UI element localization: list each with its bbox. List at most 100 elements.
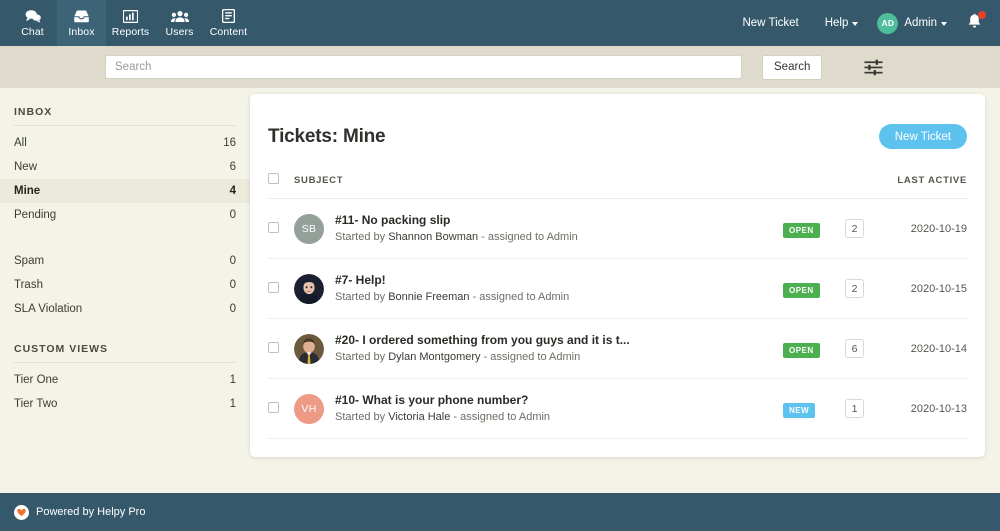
sidebar-item-tier-two-count: 1 xyxy=(229,398,236,410)
tickets-table-head: SUBJECT LAST ACTIVE xyxy=(268,159,967,199)
help-menu[interactable]: Help xyxy=(812,0,872,46)
started-by-prefix: Started by xyxy=(335,291,389,303)
row-checkbox[interactable] xyxy=(268,341,279,353)
main-panel: Tickets: Mine New Ticket SUBJECT LAST AC… xyxy=(250,88,1000,493)
reports-icon xyxy=(123,9,138,24)
row-subject-text: #20- I ordered something from you guys a… xyxy=(335,332,630,365)
nav-item-users[interactable]: Users xyxy=(155,0,204,46)
avatar: VH xyxy=(294,393,324,424)
sidebar-item-mine-count: 4 xyxy=(229,185,236,197)
row-subject-text: #11- No packing slip Started by Shannon … xyxy=(335,212,578,245)
nav-item-content-label: Content xyxy=(209,25,248,38)
nav-item-reports[interactable]: Reports xyxy=(106,0,155,46)
sidebar-item-tier-two[interactable]: Tier Two 1 xyxy=(0,392,250,416)
row-last-active-cell: 2020-10-14 xyxy=(885,318,967,379)
ticket-author: Bonnie Freeman xyxy=(388,291,470,303)
search-button[interactable]: Search xyxy=(762,54,823,80)
ticket-author: Shannon Bowman xyxy=(388,231,479,243)
sidebar-item-tier-two-label: Tier Two xyxy=(14,398,58,410)
sidebar-item-trash-count: 0 xyxy=(229,279,236,291)
row-status-cell: OPEN xyxy=(783,198,845,259)
account-menu[interactable]: AD Admin xyxy=(871,0,955,46)
row-select-cell xyxy=(268,318,294,379)
tickets-card: Tickets: Mine New Ticket SUBJECT LAST AC… xyxy=(250,94,985,457)
nav-item-content[interactable]: Content xyxy=(204,0,253,46)
nav-item-chat[interactable]: Chat xyxy=(8,0,57,46)
sidebar-item-mine[interactable]: Mine 4 xyxy=(0,179,250,203)
table-header-row: SUBJECT LAST ACTIVE xyxy=(268,159,967,199)
status-badge: OPEN xyxy=(783,282,820,298)
notification-badge-dot xyxy=(978,11,986,19)
table-row[interactable]: #7- Help! Started by Bonnie Freeman - as… xyxy=(268,258,967,319)
nav-item-inbox[interactable]: Inbox xyxy=(57,0,106,46)
ticket-author: Dylan Montgomery xyxy=(388,351,481,363)
ticket-title: #11- No packing slip xyxy=(335,213,451,227)
row-checkbox[interactable] xyxy=(268,401,279,413)
row-subject-cell: SB #11- No packing slip Started by Shann… xyxy=(294,198,783,259)
new-ticket-nav-link[interactable]: New Ticket xyxy=(729,0,811,46)
sidebar-item-spam-label: Spam xyxy=(14,255,45,267)
footer-text: Powered by Helpy Pro xyxy=(36,506,146,518)
sidebar-item-sla-violation-label: SLA Violation xyxy=(14,303,83,315)
ticket-assignee: - assigned to Admin xyxy=(450,411,551,423)
search-input[interactable] xyxy=(105,55,742,79)
table-row[interactable]: #20- I ordered something from you guys a… xyxy=(268,318,967,379)
row-count-cell: 2 xyxy=(845,198,885,259)
row-status-cell: NEW xyxy=(783,378,845,439)
avatar xyxy=(294,333,324,364)
ticket-meta: Started by Shannon Bowman - assigned to … xyxy=(335,229,578,245)
ticket-meta: Started by Victoria Hale - assigned to A… xyxy=(335,409,550,425)
sidebar-item-tier-one-count: 1 xyxy=(229,374,236,386)
column-header-count xyxy=(845,159,885,199)
column-header-status xyxy=(783,159,845,199)
tickets-table-body: SB #11- No packing slip Started by Shann… xyxy=(268,198,967,439)
sidebar-item-trash-label: Trash xyxy=(14,279,43,291)
table-row[interactable]: VH #10- What is your phone number? Start… xyxy=(268,378,967,439)
notifications-button[interactable] xyxy=(955,0,988,46)
row-status-cell: OPEN xyxy=(783,318,845,379)
sidebar-item-new[interactable]: New 6 xyxy=(0,155,250,179)
inbox-icon xyxy=(73,9,90,24)
search-toolbar: Search xyxy=(0,46,1000,88)
nav-item-reports-label: Reports xyxy=(111,25,150,38)
row-last-active-cell: 2020-10-13 xyxy=(885,378,967,439)
sidebar-item-pending-label: Pending xyxy=(14,209,57,221)
footer: Powered by Helpy Pro xyxy=(0,493,1000,531)
chat-icon xyxy=(25,9,41,24)
content-icon xyxy=(222,9,235,24)
nav-item-inbox-label: Inbox xyxy=(68,25,95,38)
primary-nav: Chat Inbox Reports Users Content xyxy=(0,0,253,46)
new-ticket-button[interactable]: New Ticket xyxy=(878,124,967,149)
users-icon xyxy=(170,9,189,24)
sidebar-item-tier-one[interactable]: Tier One 1 xyxy=(0,368,250,392)
top-navigation-bar: Chat Inbox Reports Users Content New Tic… xyxy=(0,0,1000,46)
select-all-checkbox[interactable] xyxy=(268,173,279,184)
message-count-badge: 2 xyxy=(845,279,864,299)
ticket-author: Victoria Hale xyxy=(388,411,451,423)
message-count-badge: 2 xyxy=(845,219,864,239)
sidebar-item-pending[interactable]: Pending 0 xyxy=(0,203,250,227)
table-row[interactable]: SB #11- No packing slip Started by Shann… xyxy=(268,198,967,259)
row-checkbox[interactable] xyxy=(268,281,279,293)
row-last-active-cell: 2020-10-15 xyxy=(885,258,967,319)
row-subject-cell: #7- Help! Started by Bonnie Freeman - as… xyxy=(294,258,783,319)
sidebar-item-spam[interactable]: Spam 0 xyxy=(0,249,250,273)
sidebar-custom-views-list: Tier One 1 Tier Two 1 xyxy=(0,363,250,416)
started-by-prefix: Started by xyxy=(335,231,389,243)
sidebar-heading-custom-views: CUSTOM VIEWS xyxy=(14,343,109,355)
sidebar-item-all[interactable]: All 16 xyxy=(0,131,250,155)
page-title: Tickets: Mine xyxy=(268,125,386,147)
sidebar: INBOX All 16 New 6 Mine 4 Pending 0 Spam… xyxy=(0,88,250,493)
sidebar-item-new-count: 6 xyxy=(229,161,236,173)
account-menu-label: Admin xyxy=(904,17,937,29)
row-checkbox[interactable] xyxy=(268,221,279,233)
filter-sliders-icon[interactable] xyxy=(864,59,883,76)
ticket-assignee: - assigned to Admin xyxy=(469,291,570,303)
row-count-cell: 2 xyxy=(845,258,885,319)
sidebar-item-trash[interactable]: Trash 0 xyxy=(0,273,250,297)
sidebar-item-sla-violation[interactable]: SLA Violation 0 xyxy=(0,297,250,321)
sidebar-item-new-label: New xyxy=(14,161,38,173)
row-status-cell: OPEN xyxy=(783,258,845,319)
avatar: AD xyxy=(877,12,899,34)
helpy-heart-logo xyxy=(14,504,29,520)
